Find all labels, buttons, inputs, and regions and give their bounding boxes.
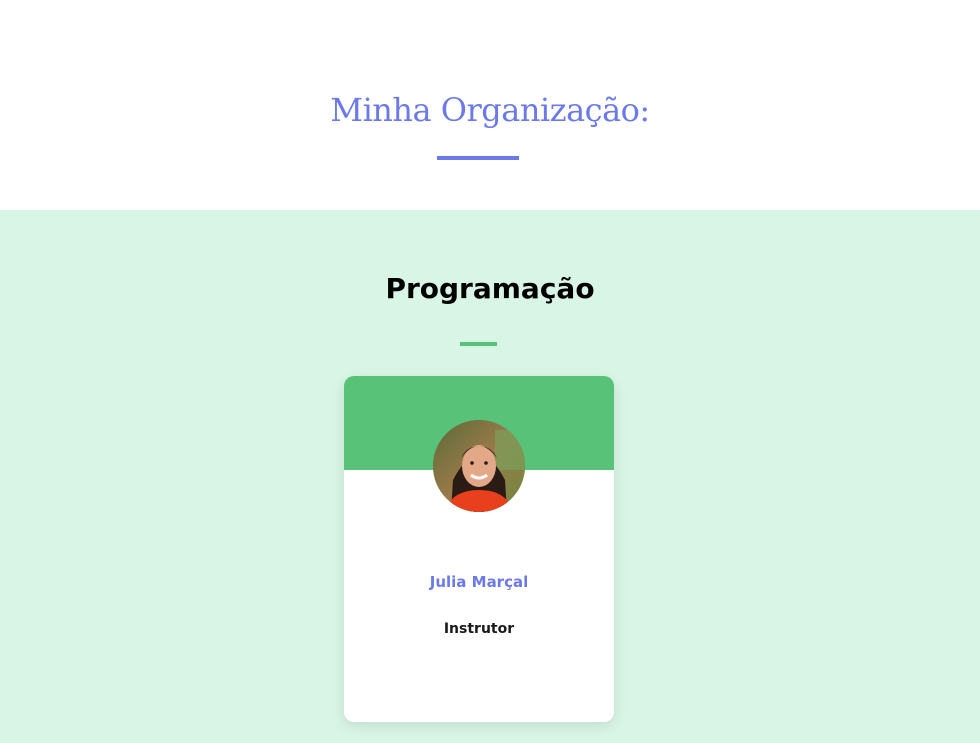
team-section: Programação Julia Marçal Instrutor (0, 210, 980, 743)
member-name: Julia Marçal (429, 573, 529, 591)
page-header: Minha Organização: (0, 0, 980, 210)
user-photo-icon (433, 420, 525, 512)
team-title: Programação (385, 272, 595, 305)
member-role: Instrutor (443, 621, 515, 637)
member-avatar (433, 420, 525, 512)
member-card: Julia Marçal Instrutor (344, 376, 614, 722)
organization-title: Minha Organização: (330, 91, 650, 129)
team-title-underline (460, 342, 497, 346)
organization-title-underline (437, 156, 519, 160)
